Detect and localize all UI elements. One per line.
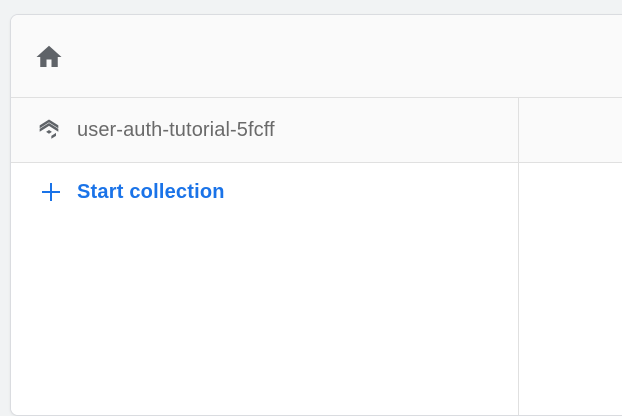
start-collection-label: Start collection xyxy=(77,180,225,203)
root-column: user-auth-tutorial-5fcff Start collectio… xyxy=(11,98,519,415)
start-collection-button[interactable]: Start collection xyxy=(39,180,225,204)
firestore-layers-icon xyxy=(35,116,63,144)
breadcrumb-bar xyxy=(11,15,622,98)
plus-icon xyxy=(39,180,63,204)
collection-column xyxy=(519,98,622,415)
home-icon xyxy=(36,45,62,67)
collection-column-header xyxy=(519,98,622,163)
firestore-data-panel: user-auth-tutorial-5fcff Start collectio… xyxy=(10,14,622,416)
database-root-item[interactable]: user-auth-tutorial-5fcff xyxy=(11,98,518,162)
database-name: user-auth-tutorial-5fcff xyxy=(77,118,275,141)
home-button[interactable] xyxy=(33,41,65,73)
root-column-header: user-auth-tutorial-5fcff xyxy=(11,98,518,163)
